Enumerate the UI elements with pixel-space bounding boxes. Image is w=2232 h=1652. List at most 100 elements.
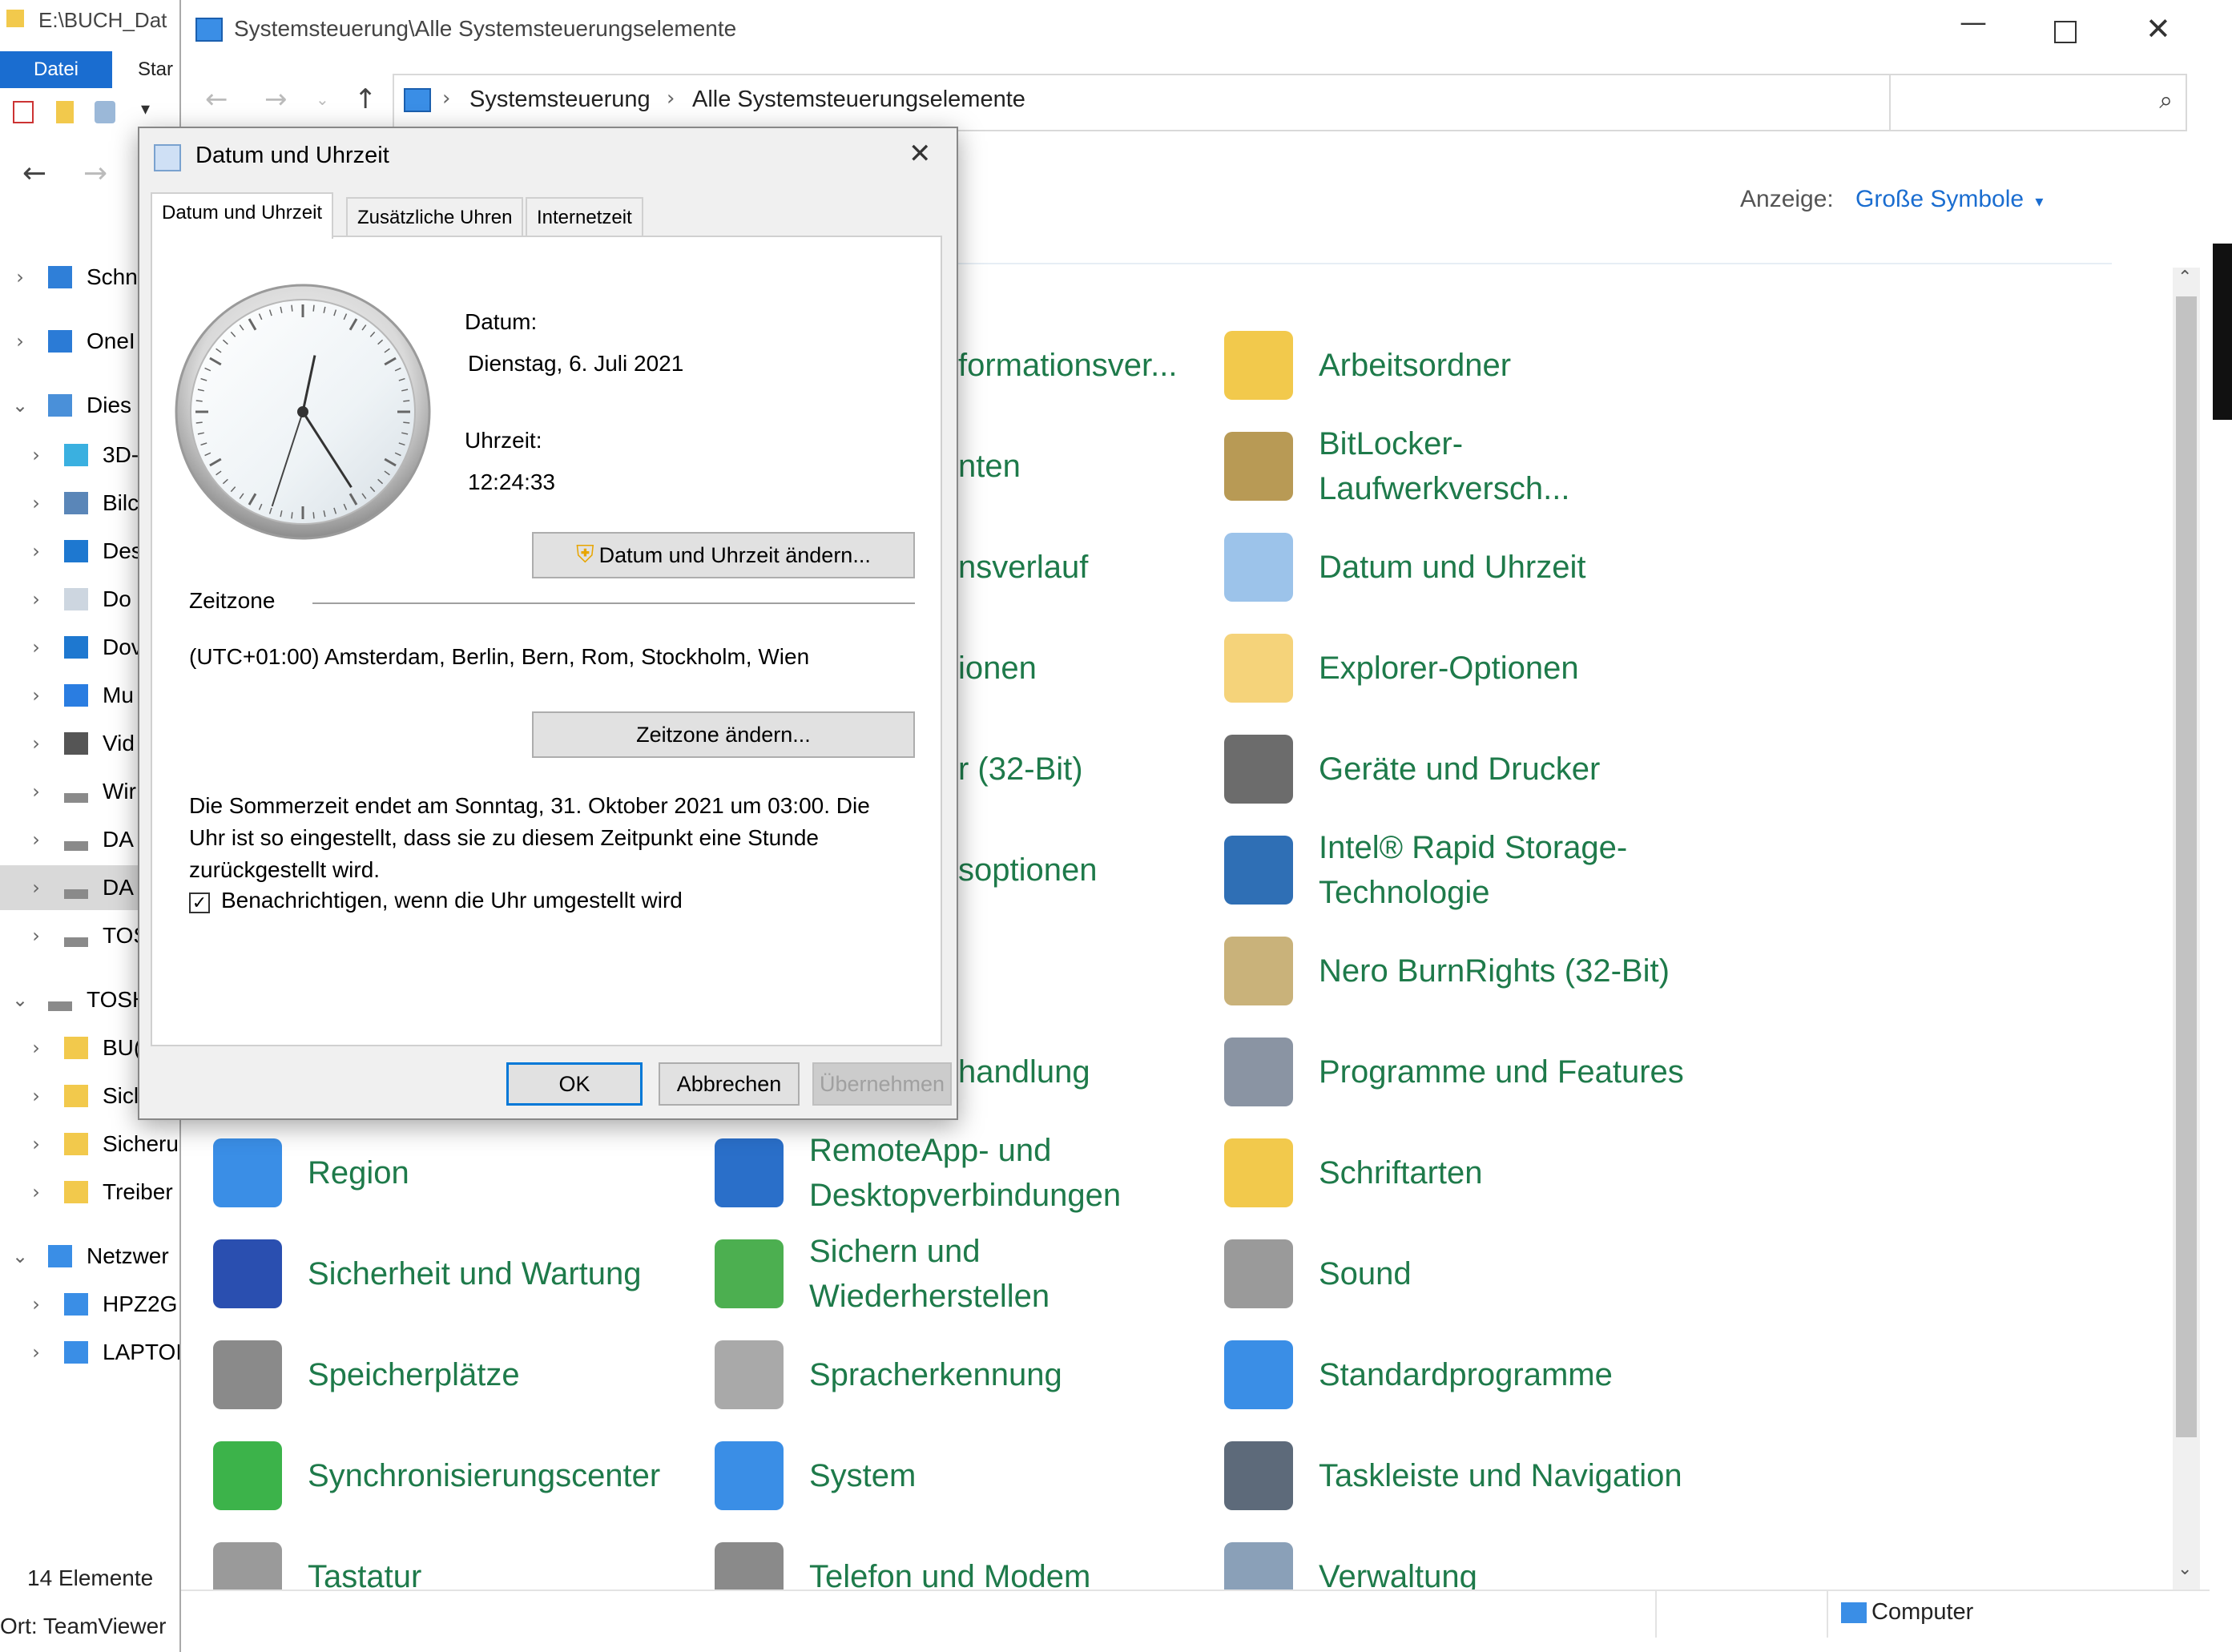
scrollbar-thumb[interactable] bbox=[2176, 296, 2197, 1437]
notify-checkbox-label[interactable]: Benachrichtigen, wenn die Uhr umgestellt… bbox=[221, 888, 683, 913]
control-panel-item[interactable]: System bbox=[715, 1428, 916, 1524]
control-panel-item[interactable]: Schriftarten bbox=[1224, 1125, 1483, 1221]
control-panel-item[interactable]: r (32-Bit) bbox=[958, 721, 1083, 817]
chevron-right-icon[interactable]: › bbox=[24, 1170, 48, 1215]
close-icon[interactable]: ✕ bbox=[909, 138, 932, 170]
breadcrumb-item-systemsteuerung[interactable]: Systemsteuerung bbox=[469, 87, 651, 113]
apply-button[interactable]: Übernehmen bbox=[812, 1062, 952, 1106]
control-panel-item[interactable]: Sicherheit und Wartung bbox=[213, 1226, 642, 1322]
control-panel-item[interactable]: Intel® Rapid Storage-Technologie bbox=[1224, 822, 1687, 918]
chevron-down-icon[interactable]: ⌄ bbox=[8, 977, 32, 1022]
scroll-down-icon[interactable]: ⌄ bbox=[2178, 1559, 2192, 1579]
tab-start[interactable]: Star bbox=[138, 51, 173, 88]
tab-date-time[interactable]: Datum und Uhrzeit bbox=[151, 192, 334, 239]
scroll-up-icon[interactable]: ⌃ bbox=[2178, 268, 2192, 288]
control-panel-item[interactable]: Nero BurnRights (32-Bit) bbox=[1224, 923, 1670, 1019]
default-programs-icon bbox=[1224, 1340, 1293, 1409]
search-input[interactable]: ⌕ bbox=[1889, 74, 2187, 131]
tree-item[interactable]: ⌄ Netzwer bbox=[0, 1234, 179, 1279]
customize-toolbar-icon[interactable]: ▾ bbox=[141, 99, 150, 119]
chevron-right-icon[interactable]: › bbox=[24, 481, 48, 526]
chevron-down-icon[interactable]: ⌄ bbox=[8, 383, 32, 428]
ok-button[interactable]: OK bbox=[506, 1062, 643, 1106]
address-bar[interactable]: › Systemsteuerung › Alle Systemsteuerung… bbox=[393, 74, 2014, 131]
region-icon bbox=[213, 1138, 282, 1207]
control-panel-item[interactable]: formationsver... bbox=[958, 317, 1177, 413]
control-panel-item[interactable]: Speicherplätze bbox=[213, 1327, 520, 1423]
maximize-icon[interactable] bbox=[2054, 21, 2077, 43]
chevron-right-icon[interactable]: › bbox=[24, 1025, 48, 1070]
chevron-right-icon[interactable]: › bbox=[24, 673, 48, 718]
control-panel-item[interactable]: BitLocker-Laufwerkversch... bbox=[1224, 418, 1687, 514]
control-panel-item[interactable]: nten bbox=[958, 418, 1021, 514]
dialog-title: Datum und Uhrzeit bbox=[195, 143, 389, 168]
tree-item-label: Schn bbox=[87, 264, 138, 289]
forward-arrow-icon[interactable]: → bbox=[83, 157, 107, 190]
close-icon[interactable]: ✕ bbox=[2145, 11, 2171, 46]
window-title: Systemsteuerung\Alle Systemsteuerungsele… bbox=[234, 16, 737, 41]
chevron-right-icon[interactable]: › bbox=[24, 1074, 48, 1118]
control-panel-item[interactable]: handlung bbox=[958, 1024, 1090, 1120]
control-panel-item[interactable]: Programme und Features bbox=[1224, 1024, 1684, 1120]
chevron-right-icon[interactable]: › bbox=[24, 529, 48, 574]
chevron-right-icon[interactable]: › bbox=[8, 255, 32, 300]
control-panel-item[interactable]: nsverlauf bbox=[958, 519, 1088, 615]
tree-item[interactable]: › HPZ2G bbox=[0, 1282, 179, 1327]
control-panel-item[interactable]: Datum und Uhrzeit bbox=[1224, 519, 1585, 615]
notify-checkbox[interactable]: ✓ bbox=[189, 892, 210, 913]
control-panel-item[interactable]: Geräte und Drucker bbox=[1224, 721, 1600, 817]
chevron-right-icon[interactable]: › bbox=[24, 433, 48, 477]
control-panel-item[interactable]: Synchronisierungscenter bbox=[213, 1428, 660, 1524]
chevron-right-icon[interactable]: › bbox=[24, 1330, 48, 1375]
view-mode-link[interactable]: Große Symbole ▾ bbox=[1855, 186, 2043, 213]
change-timezone-button[interactable]: Zeitzone ändern... bbox=[532, 711, 915, 758]
new-folder-icon[interactable] bbox=[56, 101, 74, 123]
control-panel-item[interactable]: Region bbox=[213, 1125, 409, 1221]
chevron-down-icon[interactable]: ⌄ bbox=[8, 1234, 32, 1279]
chevron-right-icon[interactable]: › bbox=[24, 577, 48, 622]
recent-locations-icon[interactable]: ⌄ bbox=[316, 90, 329, 109]
chevron-right-icon[interactable]: › bbox=[24, 1282, 48, 1327]
control-panel-item[interactable]: Standardprogramme bbox=[1224, 1327, 1613, 1423]
control-panel-item[interactable]: Arbeitsordner bbox=[1224, 317, 1511, 413]
control-panel-item[interactable]: Spracherkennung bbox=[715, 1327, 1062, 1423]
chevron-right-icon[interactable]: › bbox=[24, 625, 48, 670]
back-arrow-icon[interactable]: ← bbox=[205, 83, 228, 115]
control-panel-item[interactable]: soptionen bbox=[958, 822, 1097, 918]
control-panel-item[interactable]: Explorer-Optionen bbox=[1224, 620, 1579, 716]
control-panel-item[interactable]: Sichern und Wiederherstellen bbox=[715, 1226, 1178, 1322]
breadcrumb-item-all-items[interactable]: Alle Systemsteuerungselemente bbox=[692, 87, 1025, 113]
chevron-right-icon[interactable]: › bbox=[24, 1122, 48, 1166]
properties-icon[interactable] bbox=[13, 101, 34, 123]
control-panel-item[interactable]: ionen bbox=[958, 620, 1037, 716]
clipboard-icon[interactable] bbox=[95, 101, 115, 123]
drive-icon bbox=[64, 937, 88, 947]
minute-tick bbox=[312, 512, 315, 519]
vertical-scrollbar[interactable]: ⌃ ⌄ bbox=[2173, 268, 2200, 1590]
up-arrow-icon[interactable]: ↑ bbox=[354, 83, 377, 115]
tree-item[interactable]: › Sicheru bbox=[0, 1122, 179, 1166]
chevron-right-icon[interactable]: › bbox=[24, 913, 48, 958]
tab-internet-time[interactable]: Internetzeit bbox=[526, 197, 643, 237]
control-panel-item[interactable]: RemoteApp- und Desktopverbindungen bbox=[715, 1125, 1178, 1221]
tree-item-label: Sicl bbox=[103, 1083, 139, 1108]
tab-additional-clocks[interactable]: Zusätzliche Uhren bbox=[346, 197, 524, 237]
folder-icon bbox=[1224, 331, 1293, 400]
change-date-time-button[interactable]: ⛨ Datum und Uhrzeit ändern... bbox=[532, 532, 915, 578]
forward-arrow-icon[interactable]: → bbox=[264, 83, 288, 115]
back-arrow-icon[interactable]: ← bbox=[22, 157, 46, 190]
tree-item[interactable]: › LAPTOI bbox=[0, 1330, 179, 1375]
chevron-right-icon[interactable]: › bbox=[24, 817, 48, 862]
control-panel-item[interactable]: Taskleiste und Navigation bbox=[1224, 1428, 1682, 1524]
chevron-right-icon[interactable]: › bbox=[8, 319, 32, 364]
minimize-icon[interactable]: — bbox=[1960, 6, 1987, 38]
breadcrumb-separator-icon: › bbox=[667, 87, 675, 111]
chevron-right-icon[interactable]: › bbox=[24, 769, 48, 814]
tab-file[interactable]: Datei bbox=[0, 51, 112, 88]
chevron-right-icon[interactable]: › bbox=[24, 721, 48, 766]
tree-item[interactable]: › Treiber bbox=[0, 1170, 179, 1215]
minute-tick bbox=[195, 421, 203, 424]
control-panel-item[interactable]: Sound bbox=[1224, 1226, 1412, 1322]
cancel-button[interactable]: Abbrechen bbox=[659, 1062, 800, 1106]
chevron-right-icon[interactable]: › bbox=[24, 865, 48, 910]
